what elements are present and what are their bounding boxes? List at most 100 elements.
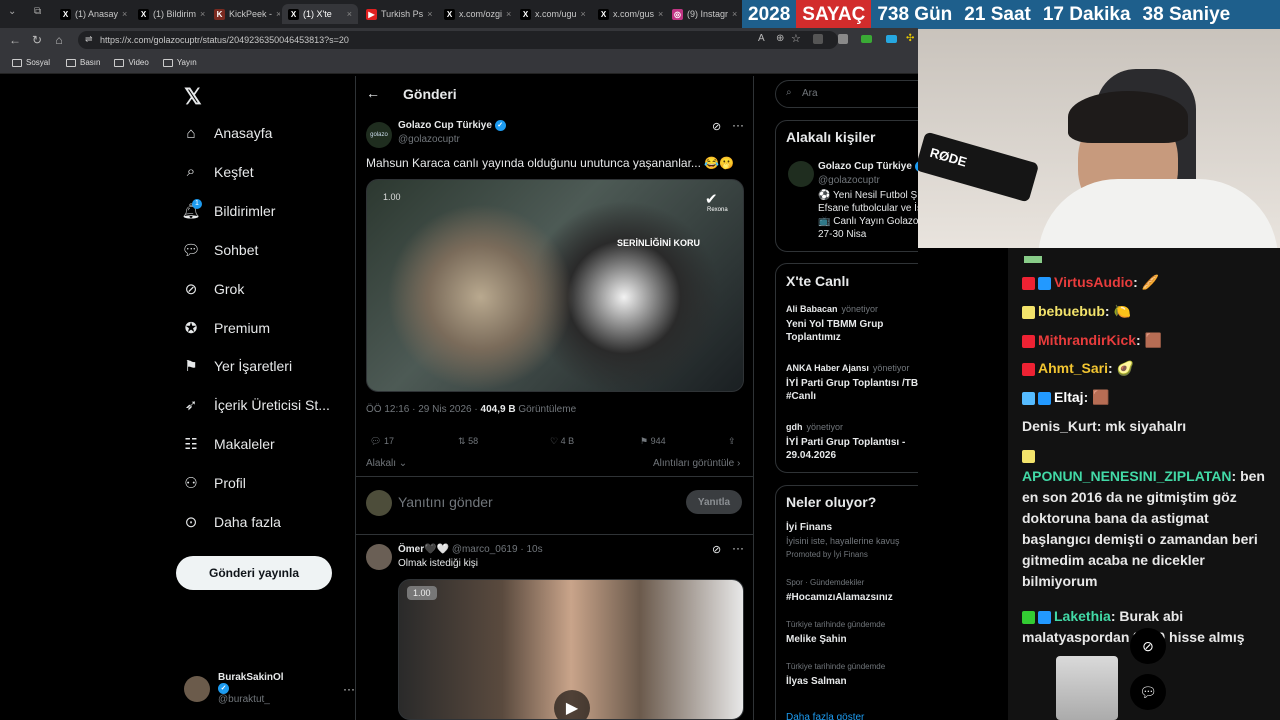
extension-icon[interactable] — [813, 34, 823, 44]
workspace-icon[interactable]: ⧉ — [34, 6, 41, 17]
grok-icon[interactable]: ⊘ — [712, 120, 721, 133]
browser-tab[interactable]: ◎ (9) Instagr × — [666, 4, 740, 24]
post2-video[interactable]: 1.00 ▶ — [398, 579, 744, 720]
tab-list-chevron-icon[interactable]: ⌄ — [8, 6, 16, 17]
post-handle[interactable]: @golazocuptr — [398, 134, 460, 145]
post2-author[interactable]: Ömer🖤🤍 — [398, 544, 449, 555]
related-name[interactable]: Golazo Cup Türkiye — [818, 161, 912, 172]
sidebar-item[interactable]: ⊙ Daha fazla — [182, 513, 281, 531]
reply-button[interactable]: Yanıtla — [686, 490, 742, 514]
close-icon[interactable]: × — [276, 9, 280, 19]
close-icon[interactable]: × — [658, 9, 663, 19]
sidebar-item[interactable]: ☷ Makaleler — [182, 435, 274, 453]
post-button[interactable]: Gönderi yayınla — [176, 556, 332, 590]
trend-title[interactable]: İyi Finans — [786, 522, 832, 533]
avatar[interactable] — [366, 544, 392, 570]
back-arrow-icon[interactable]: ← — [366, 85, 380, 101]
live-title[interactable]: İYİ Parti Grup Toplantısı - 29.04.2026 — [786, 436, 936, 462]
chat-username[interactable]: Ahmt_Sari — [1038, 360, 1108, 376]
show-more-link[interactable]: Daha fazla göster — [786, 712, 864, 720]
extension-icon[interactable] — [838, 34, 848, 44]
sidebar-item[interactable]: 🔔︎ 1 Bildirimler — [181, 198, 275, 220]
trend-title[interactable]: Melike Şahin — [786, 634, 847, 645]
chat-username[interactable]: MithrandirKick — [1038, 332, 1136, 348]
post-video[interactable]: 1.00 SERİNLİĞİNİ KORU ✔ Rexona — [366, 179, 744, 392]
reload-icon[interactable]: ↻ — [26, 33, 48, 47]
trend-title[interactable]: #HocamızıAlamazsınız — [786, 592, 893, 603]
live-host[interactable]: Ali Babacan yönetiyor — [786, 304, 878, 314]
browser-tab[interactable]: Xx.com/gus × — [592, 4, 664, 24]
browser-tab[interactable]: Xx.com/ugu × — [514, 4, 590, 24]
bookmark-folder[interactable]: Sosyal — [12, 58, 50, 67]
more-dots-icon[interactable]: ··· — [732, 541, 744, 555]
site-info-icon[interactable]: ⇌ — [85, 34, 93, 45]
sidebar-item[interactable]: ➶ İçerik Üreticisi St... — [182, 396, 330, 414]
grok-icon[interactable]: ⊘ — [1130, 628, 1166, 664]
close-icon[interactable]: × — [200, 9, 205, 19]
bookmark-action[interactable]: ⚑ 944 — [640, 436, 666, 447]
chat-username[interactable]: VirtusAudio — [1054, 274, 1133, 290]
url-field[interactable]: ⇌ https://x.com/golazocuptr/status/20492… — [78, 31, 838, 49]
view-quotes-link[interactable]: Alıntıları görüntüle › — [653, 458, 740, 469]
live-title[interactable]: Yeni Yol TBMM Grup Toplantımız — [786, 318, 936, 344]
star-icon[interactable]: ☆ — [791, 32, 801, 45]
reply-input[interactable]: Yanıtını gönder — [398, 494, 493, 510]
translate-icon[interactable]: A — [758, 33, 765, 44]
more-dots-icon[interactable]: ··· — [732, 118, 744, 132]
sidebar-item[interactable]: ⌕ Keşfet — [182, 163, 254, 181]
sidebar-item[interactable]: ⚇ Profil — [182, 474, 246, 492]
live-host[interactable]: ANKA Haber Ajansı yönetiyor — [786, 363, 909, 373]
related-handle[interactable]: @golazocuptr — [818, 175, 880, 186]
share-icon[interactable]: ⇪ — [728, 436, 736, 447]
post-author[interactable]: Golazo Cup Türkiye — [398, 120, 492, 131]
sidebar-item[interactable]: ⌂ Anasayfa — [182, 124, 272, 142]
chat-username[interactable]: Eltaj — [1054, 389, 1084, 405]
post2-handle[interactable]: @marco_0619 · 10s — [452, 544, 543, 555]
post-time[interactable]: ÖÖ 12:16 · 29 Nis 2026 · — [366, 404, 481, 415]
zoom-icon[interactable]: ⊕ — [776, 33, 784, 44]
close-icon[interactable]: × — [427, 9, 432, 19]
live-host[interactable]: gdh yönetiyor — [786, 422, 843, 432]
sidebar-item[interactable]: ✪ Premium — [182, 319, 270, 337]
reply-action[interactable]: 💬︎ 17 — [370, 436, 394, 447]
sidebar-item[interactable]: 💬︎ Sohbet — [181, 241, 258, 259]
bookmark-folder[interactable]: Basın — [66, 58, 100, 67]
chat-username[interactable]: Lakethia — [1054, 608, 1111, 624]
grok-icon[interactable]: ⊘ — [712, 543, 721, 556]
browser-tab[interactable]: K KickPeek - × — [208, 4, 280, 24]
home-browser-icon[interactable]: ⌂ — [48, 33, 70, 47]
close-icon[interactable]: × — [122, 9, 127, 19]
close-icon[interactable]: × — [347, 9, 352, 19]
repost-action[interactable]: ⇅ 58 — [458, 436, 478, 447]
chat-username[interactable]: Denis_Kurt — [1022, 418, 1097, 434]
browser-tab[interactable]: X (1) X'te × — [282, 4, 358, 24]
browser-tab[interactable]: X (1) Anasay × — [54, 4, 130, 24]
avatar[interactable]: golazo — [366, 122, 392, 148]
close-icon[interactable]: × — [581, 9, 586, 19]
back-icon[interactable]: ← — [4, 33, 26, 47]
trend-title[interactable]: İlyas Salman — [786, 676, 847, 687]
bookmark-folder[interactable]: Video — [114, 58, 149, 67]
x-logo-icon[interactable]: 𝕏 — [184, 84, 202, 110]
sidebar-item[interactable]: ⚑ Yer İşaretleri — [182, 357, 292, 375]
avatar[interactable] — [788, 161, 814, 187]
like-action[interactable]: ♡ 4 B — [550, 436, 574, 447]
extension-icon[interactable] — [886, 35, 897, 43]
chat-username[interactable]: APONUN_NENESINI_ZIPLATAN — [1022, 468, 1232, 484]
close-icon[interactable]: × — [732, 9, 737, 19]
messages-icon[interactable]: 💬︎ — [1130, 674, 1166, 710]
browser-tab[interactable]: ▶ Turkish Ps × — [360, 4, 436, 24]
extension-icon[interactable]: ✣ — [906, 33, 914, 44]
sidebar-item[interactable]: ⊘ Grok — [182, 280, 245, 298]
bookmark-folder[interactable]: Yayın — [162, 58, 197, 67]
play-icon[interactable]: ▶ — [554, 690, 590, 719]
live-title[interactable]: İYİ Parti Grup Toplantısı /TBMM #Canlı — [786, 377, 936, 403]
close-icon[interactable]: × — [506, 9, 511, 19]
account-switcher[interactable]: BurakSakinOl ✓ @buraktut_ ··· — [184, 672, 355, 705]
chat-username[interactable]: bebuebub — [1038, 303, 1105, 319]
more-dots-icon[interactable]: ··· — [343, 682, 355, 696]
extension-icon[interactable] — [861, 35, 872, 43]
related-dropdown[interactable]: Alakalı ⌄ — [366, 458, 407, 469]
browser-tab[interactable]: X (1) Bildirim × — [132, 4, 206, 24]
browser-tab[interactable]: Xx.com/ozgi × — [438, 4, 512, 24]
